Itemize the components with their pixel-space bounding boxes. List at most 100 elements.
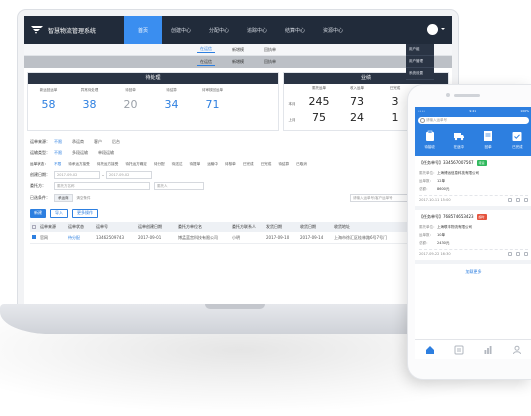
- edit-icon[interactable]: [508, 197, 512, 202]
- perf-row-last-month: 上月: [288, 118, 296, 122]
- pending-panel-title: 待处理: [28, 73, 278, 84]
- filter-option[interactable]: 承运商: [72, 139, 84, 145]
- row-checkbox[interactable]: [32, 235, 36, 239]
- dropdown-item-user-group[interactable]: 用户组: [406, 44, 434, 56]
- stat-awaiting-receipt[interactable]: 待回单 20: [110, 88, 151, 111]
- filter-option[interactable]: 不限: [54, 139, 62, 145]
- perf-col-entrusted: 委托运单: [312, 86, 326, 90]
- phone-camera: [446, 93, 450, 97]
- stat-awaiting-settlement[interactable]: 待结算 34: [151, 88, 192, 111]
- filter-option[interactable]: 已取消: [296, 162, 307, 167]
- more-actions-button[interactable]: 更多操作: [72, 208, 98, 218]
- filter-option[interactable]: 后台: [112, 139, 120, 145]
- phone-search-input[interactable]: 请输入运单号: [418, 116, 529, 124]
- user-dropdown-menu: 用户组 用户管理 系统设置: [406, 44, 434, 80]
- calendar-check-icon: [512, 132, 522, 141]
- nav-tracking-center[interactable]: 追踪中心: [238, 16, 276, 44]
- phone-frame: •••• 9:41 100% 请输入运单号 待接收 在途中 回单 已完成 【任务…: [407, 84, 531, 380]
- stat-exceptions[interactable]: 异常待处理 38: [69, 88, 110, 111]
- perf-value: 245: [308, 95, 330, 108]
- select-all-checkbox[interactable]: [32, 224, 36, 229]
- filter-option[interactable]: 不限: [54, 162, 61, 167]
- top-navbar: 智慧物流管理系统 首页 创建中心 分配中心 追踪中心 结算中心 资源中心: [24, 16, 452, 44]
- phone-quick-actions: 待接收 在途中 回单 已完成: [415, 126, 531, 156]
- quick-receipt[interactable]: 回单: [475, 129, 501, 150]
- filter-option[interactable]: 待分配: [154, 162, 165, 167]
- subtab2-in-transit[interactable]: 在运信: [197, 59, 215, 66]
- start-date-input[interactable]: 2017-09-02: [54, 171, 100, 179]
- dropdown-item-user-management[interactable]: 用户管理: [406, 56, 434, 68]
- filter-type: 运输类型： 不限 多段运输 单段运输: [30, 150, 114, 156]
- tab-user-icon[interactable]: [512, 345, 522, 355]
- nav-settlement-center[interactable]: 结算中心: [276, 16, 314, 44]
- filter-option[interactable]: 待提单: [189, 162, 200, 167]
- shipper-contact-input[interactable]: 委托人: [154, 182, 204, 190]
- phone-tab-bar: [415, 339, 531, 359]
- shipper-name-input[interactable]: 委托方名称: [54, 182, 150, 190]
- filter-area: 运单来源： 不限 承运商 客户 后台 运输类型： 不限 多段运输 单段运输 运单…: [24, 131, 452, 218]
- end-date-input[interactable]: 2017-09-02: [106, 171, 152, 179]
- share-icon[interactable]: [516, 197, 520, 202]
- load-more-link[interactable]: 加载更多: [415, 264, 531, 280]
- stat-new-return[interactable]: 新运回运单 58: [28, 88, 69, 111]
- filter-option[interactable]: 客户: [94, 139, 102, 145]
- stat-panels: 待处理 新运回运单 58 异常待处理 38 待回单 20 待结算 34 待审核回运单 71…: [24, 68, 452, 131]
- sub-tabbar: 在运信 新增模 回执单: [24, 44, 452, 56]
- quick-pending-receive[interactable]: 待接收: [417, 129, 443, 150]
- filter-option[interactable]: 待核单: [225, 162, 236, 167]
- task-card[interactable]: 【任务单号】768574653423 超时 委托单位： 上海联丰物流有限公司 运单数…: [415, 210, 531, 264]
- filter-option[interactable]: 待托运方确定: [125, 162, 147, 167]
- subtab-in-transit[interactable]: 在运信: [197, 46, 215, 53]
- nav-dispatch-center[interactable]: 分配中心: [200, 16, 238, 44]
- truck-icon: [453, 133, 464, 141]
- subtab2-receipt[interactable]: 回执单: [261, 59, 279, 65]
- pending-panel: 待处理 新运回运单 58 异常待处理 38 待回单 20 待结算 34 待审核回运单 71: [27, 72, 279, 131]
- subtab-new-template[interactable]: 新增模: [229, 47, 247, 53]
- filter-option[interactable]: 单段运输: [98, 150, 114, 156]
- filter-option[interactable]: 待托运方接受: [97, 162, 119, 167]
- task-card[interactable]: 【任务单号】334567007567 待运 委托单位： 上海博远信息科技有限公司 运…: [415, 156, 531, 210]
- filter-option[interactable]: 已完成: [243, 162, 254, 167]
- filter-option[interactable]: 待承运方接受: [68, 162, 90, 167]
- filter-option[interactable]: 待送达: [172, 162, 183, 167]
- nav-create-center[interactable]: 创建中心: [162, 16, 200, 44]
- edit-icon[interactable]: [508, 251, 512, 256]
- app-title: 智慧物流管理系统: [48, 27, 97, 35]
- quick-completed[interactable]: 已完成: [504, 129, 530, 150]
- clipboard-icon: [425, 130, 434, 141]
- new-button[interactable]: 新建: [30, 208, 46, 218]
- laptop-screen: 智慧物流管理系统 首页 创建中心 分配中心 追踪中心 结算中心 资源中心 用户组…: [24, 16, 452, 304]
- dropdown-item-system-settings[interactable]: 系统设置: [406, 68, 434, 80]
- logo-icon: [31, 26, 43, 34]
- nav-home[interactable]: 首页: [124, 16, 162, 44]
- selected-tag[interactable]: 承运商: [54, 194, 73, 202]
- filter-status: 运单状态： 不限 待承运方接受 待托运方接受 待托运方确定 待分配 待送达 待提…: [30, 161, 307, 167]
- quick-in-transit[interactable]: 在途中: [446, 129, 472, 150]
- laptop-base: [0, 304, 470, 334]
- filter-shipper: 委托方： 委托方名称 委托人: [30, 181, 446, 191]
- subtab-receipt[interactable]: 回执单: [261, 47, 279, 53]
- tab-home-icon[interactable]: [425, 345, 435, 355]
- subtab2-new-template[interactable]: 新增模: [229, 59, 247, 65]
- import-button[interactable]: 导入: [50, 208, 68, 218]
- user-avatar-icon[interactable]: [427, 24, 445, 35]
- main-nav: 首页 创建中心 分配中心 追踪中心 结算中心 资源中心: [124, 16, 352, 44]
- filter-option[interactable]: 不限: [54, 150, 62, 156]
- delete-icon[interactable]: [524, 197, 528, 202]
- tab-list-icon[interactable]: [454, 345, 464, 355]
- stat-awaiting-review[interactable]: 待审核回运单 71: [192, 88, 233, 111]
- app-logo[interactable]: 智慧物流管理系统: [24, 25, 124, 35]
- filter-option[interactable]: 运输中: [207, 162, 218, 167]
- delete-icon[interactable]: [524, 251, 528, 256]
- clear-filters-link[interactable]: 清空条件: [77, 196, 91, 201]
- filter-option[interactable]: 待结算: [278, 162, 289, 167]
- filter-option[interactable]: 已完成: [261, 162, 272, 167]
- tab-chart-icon[interactable]: [483, 345, 493, 355]
- perf-row-this-month: 本月: [288, 102, 296, 106]
- table-row[interactable]: 官网 待分配 13462509743 2017-09-01 博孟蓝宫科技有限公司…: [30, 232, 446, 244]
- share-icon[interactable]: [516, 251, 520, 256]
- phone-search-bar: 请输入运单号: [415, 114, 531, 126]
- filter-create-date: 创建日期： 2017-09-02 – 2017-09-02: [30, 170, 446, 180]
- nav-resource-center[interactable]: 资源中心: [314, 16, 352, 44]
- filter-option[interactable]: 多段运输: [72, 150, 88, 156]
